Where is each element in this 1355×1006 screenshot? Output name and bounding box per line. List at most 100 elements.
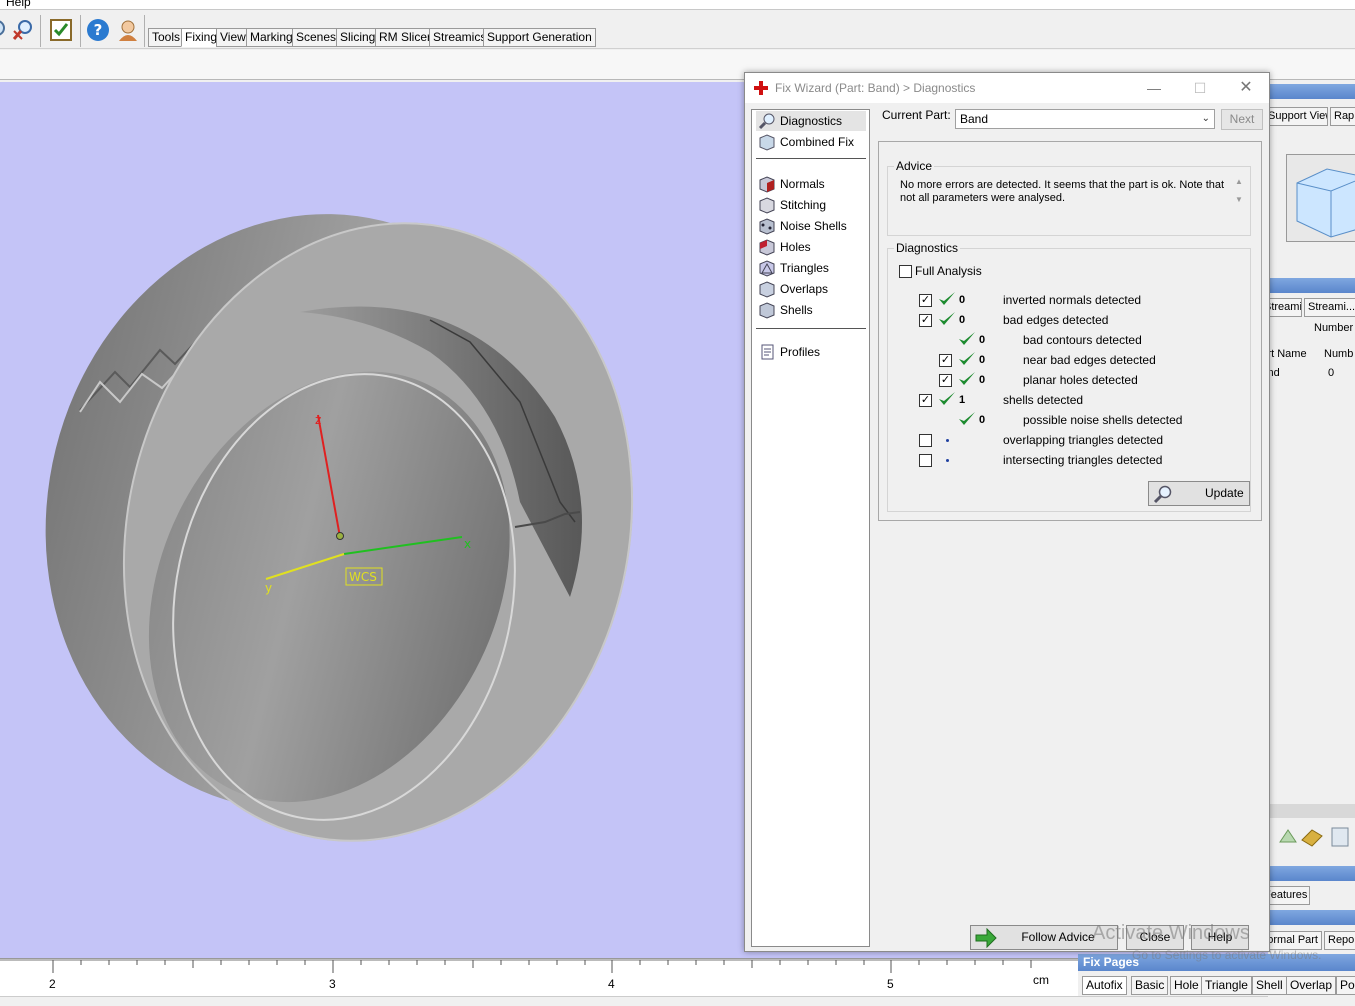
tab-slicing[interactable]: Slicing <box>336 28 380 47</box>
nav-label: Noise Shells <box>780 219 847 233</box>
update-button[interactable]: Update <box>1148 481 1250 506</box>
view-cube[interactable] <box>1286 154 1355 242</box>
dialog-titlebar[interactable]: Fix Wizard (Part: Band) > Diagnostics — … <box>745 73 1269 103</box>
overlaps-cube-icon <box>759 281 775 298</box>
tab-streamics[interactable]: Streamics <box>429 28 491 47</box>
nav-holes[interactable]: Holes <box>756 237 866 257</box>
magnifier-icon <box>758 113 775 130</box>
overlapping-triangles-label: overlapping triangles detected <box>1003 433 1164 447</box>
triangles-cube-icon <box>759 260 775 277</box>
status-bar <box>0 996 1355 1006</box>
shells-checkbox[interactable]: ✓ <box>919 394 932 407</box>
close-icon[interactable]: ✕ <box>1235 77 1257 99</box>
minimize-icon[interactable]: — <box>1143 77 1165 99</box>
tab-triangle[interactable]: Triangle <box>1201 976 1252 995</box>
intersecting-triangles-checkbox[interactable] <box>919 454 932 467</box>
inverted-normals-checkbox[interactable]: ✓ <box>919 294 932 307</box>
support-view-button[interactable]: Support View <box>1268 107 1328 126</box>
assistant-icon[interactable] <box>115 17 141 43</box>
ruler-tick-label: 3 <box>329 977 336 991</box>
help-icon[interactable]: ? <box>85 17 111 43</box>
near-bad-edges-checkbox[interactable]: ✓ <box>939 354 952 367</box>
diagnostics-title: Diagnostics <box>894 241 961 255</box>
green-check-icon <box>939 392 955 405</box>
bad-edges-count: 0 <box>959 314 966 326</box>
full-analysis-label: Full Analysis <box>915 264 982 278</box>
nav-normals[interactable]: Normals <box>756 174 866 194</box>
streamics-tab-a[interactable]: Streami... <box>1268 298 1302 317</box>
panel-tool-icons[interactable] <box>1276 824 1354 850</box>
find-fix-icon[interactable] <box>10 17 36 43</box>
full-analysis-checkbox[interactable] <box>899 265 912 278</box>
panel-header <box>1268 278 1355 293</box>
tab-support-generation[interactable]: Support Generation <box>483 28 596 47</box>
nav-noise-shells[interactable]: Noise Shells <box>756 216 866 236</box>
bad-edges-label: bad edges detected <box>1003 313 1109 327</box>
nav-profiles[interactable]: Profiles <box>756 342 866 362</box>
fix-wizard-checklist-icon[interactable] <box>48 17 74 43</box>
report-tab[interactable]: Report <box>1324 931 1355 950</box>
nav-label: Diagnostics <box>780 114 843 128</box>
tab-overlap[interactable]: Overlap <box>1286 976 1337 995</box>
nav-label: Overlaps <box>780 282 829 296</box>
ruler-tick-label: 5 <box>887 977 894 991</box>
nav-triangles[interactable]: Triangles <box>756 258 866 278</box>
number-column-header: Number <box>1314 322 1354 334</box>
tab-fixing[interactable]: Fixing <box>181 28 222 47</box>
inverted-normals-count: 0 <box>959 294 966 306</box>
tab-view[interactable]: View <box>216 28 250 47</box>
nav-overlaps[interactable]: Overlaps <box>756 279 866 299</box>
nav-stitching[interactable]: Stitching <box>756 195 866 215</box>
main-toolbar: ? Tools Fixing View Marking Scenes Slici… <box>0 11 1355 49</box>
holes-cube-icon <box>759 239 775 256</box>
panel-header <box>1268 84 1355 99</box>
nav-diagnostics[interactable]: Diagnostics <box>756 111 866 131</box>
inverted-normals-label: inverted normals detected <box>1003 293 1142 307</box>
shells-cube-icon <box>759 302 775 319</box>
tab-hole[interactable]: Hole <box>1170 976 1203 995</box>
green-check-icon <box>959 352 975 365</box>
nav-shells[interactable]: Shells <box>756 300 866 320</box>
tab-scenes[interactable]: Scenes <box>292 28 341 47</box>
features-tab[interactable]: Features <box>1268 886 1310 905</box>
fix-wizard-dialog: Fix Wizard (Part: Band) > Diagnostics — … <box>744 72 1270 952</box>
activate-windows-subtext: Go to Settings to activate Windows. <box>1132 948 1322 962</box>
tab-tools[interactable]: Tools <box>148 28 185 47</box>
toolbar-separator <box>144 15 145 47</box>
overlapping-triangles-checkbox[interactable] <box>919 434 932 447</box>
bad-edges-checkbox[interactable]: ✓ <box>919 314 932 327</box>
next-button[interactable]: Next <box>1221 109 1263 130</box>
wcs-label: WCS <box>349 570 377 584</box>
streamics-tab-b[interactable]: Streami... <box>1304 298 1355 317</box>
advice-scrollbar[interactable]: ▲ ▼ <box>1232 177 1246 231</box>
current-part-label: Current Part: <box>882 108 951 122</box>
ruler-tick-label: 2 <box>49 977 56 991</box>
nav-combined-fix[interactable]: Combined Fix <box>756 132 866 152</box>
panel-header <box>1268 910 1355 925</box>
green-check-icon <box>959 412 975 425</box>
tab-rm-slicer[interactable]: RM Slicer <box>375 28 436 47</box>
advice-group: Advice No more errors are detected. It s… <box>887 159 1251 236</box>
panel-scrollbar[interactable] <box>1268 804 1355 818</box>
maximize-icon[interactable]: ☐ <box>1189 77 1211 99</box>
tab-basic[interactable]: Basic <box>1131 976 1169 995</box>
follow-advice-label: Follow Advice <box>1021 930 1095 944</box>
tab-marking[interactable]: Marking <box>246 28 297 47</box>
current-part-dropdown[interactable]: Band ⌄ <box>955 109 1215 129</box>
tab-autofix[interactable]: Autofix <box>1082 976 1127 995</box>
green-check-icon <box>959 332 975 345</box>
tab-point[interactable]: Point <box>1336 976 1355 995</box>
planar-holes-checkbox[interactable]: ✓ <box>939 374 952 387</box>
green-check-icon <box>939 292 955 305</box>
rap-button[interactable]: Rap <box>1330 107 1355 126</box>
nav-label: Triangles <box>780 261 829 275</box>
menu-help[interactable]: Help <box>6 0 31 9</box>
advice-title: Advice <box>894 159 935 173</box>
nav-label: Shells <box>780 303 813 317</box>
cube-icon <box>759 134 775 151</box>
tab-shell[interactable]: Shell <box>1252 976 1287 995</box>
nav-label: Profiles <box>780 345 821 359</box>
x-axis-label: x <box>464 537 471 551</box>
noise-shells-count: 0 <box>979 414 986 426</box>
menu-bar: Help <box>0 0 1355 10</box>
